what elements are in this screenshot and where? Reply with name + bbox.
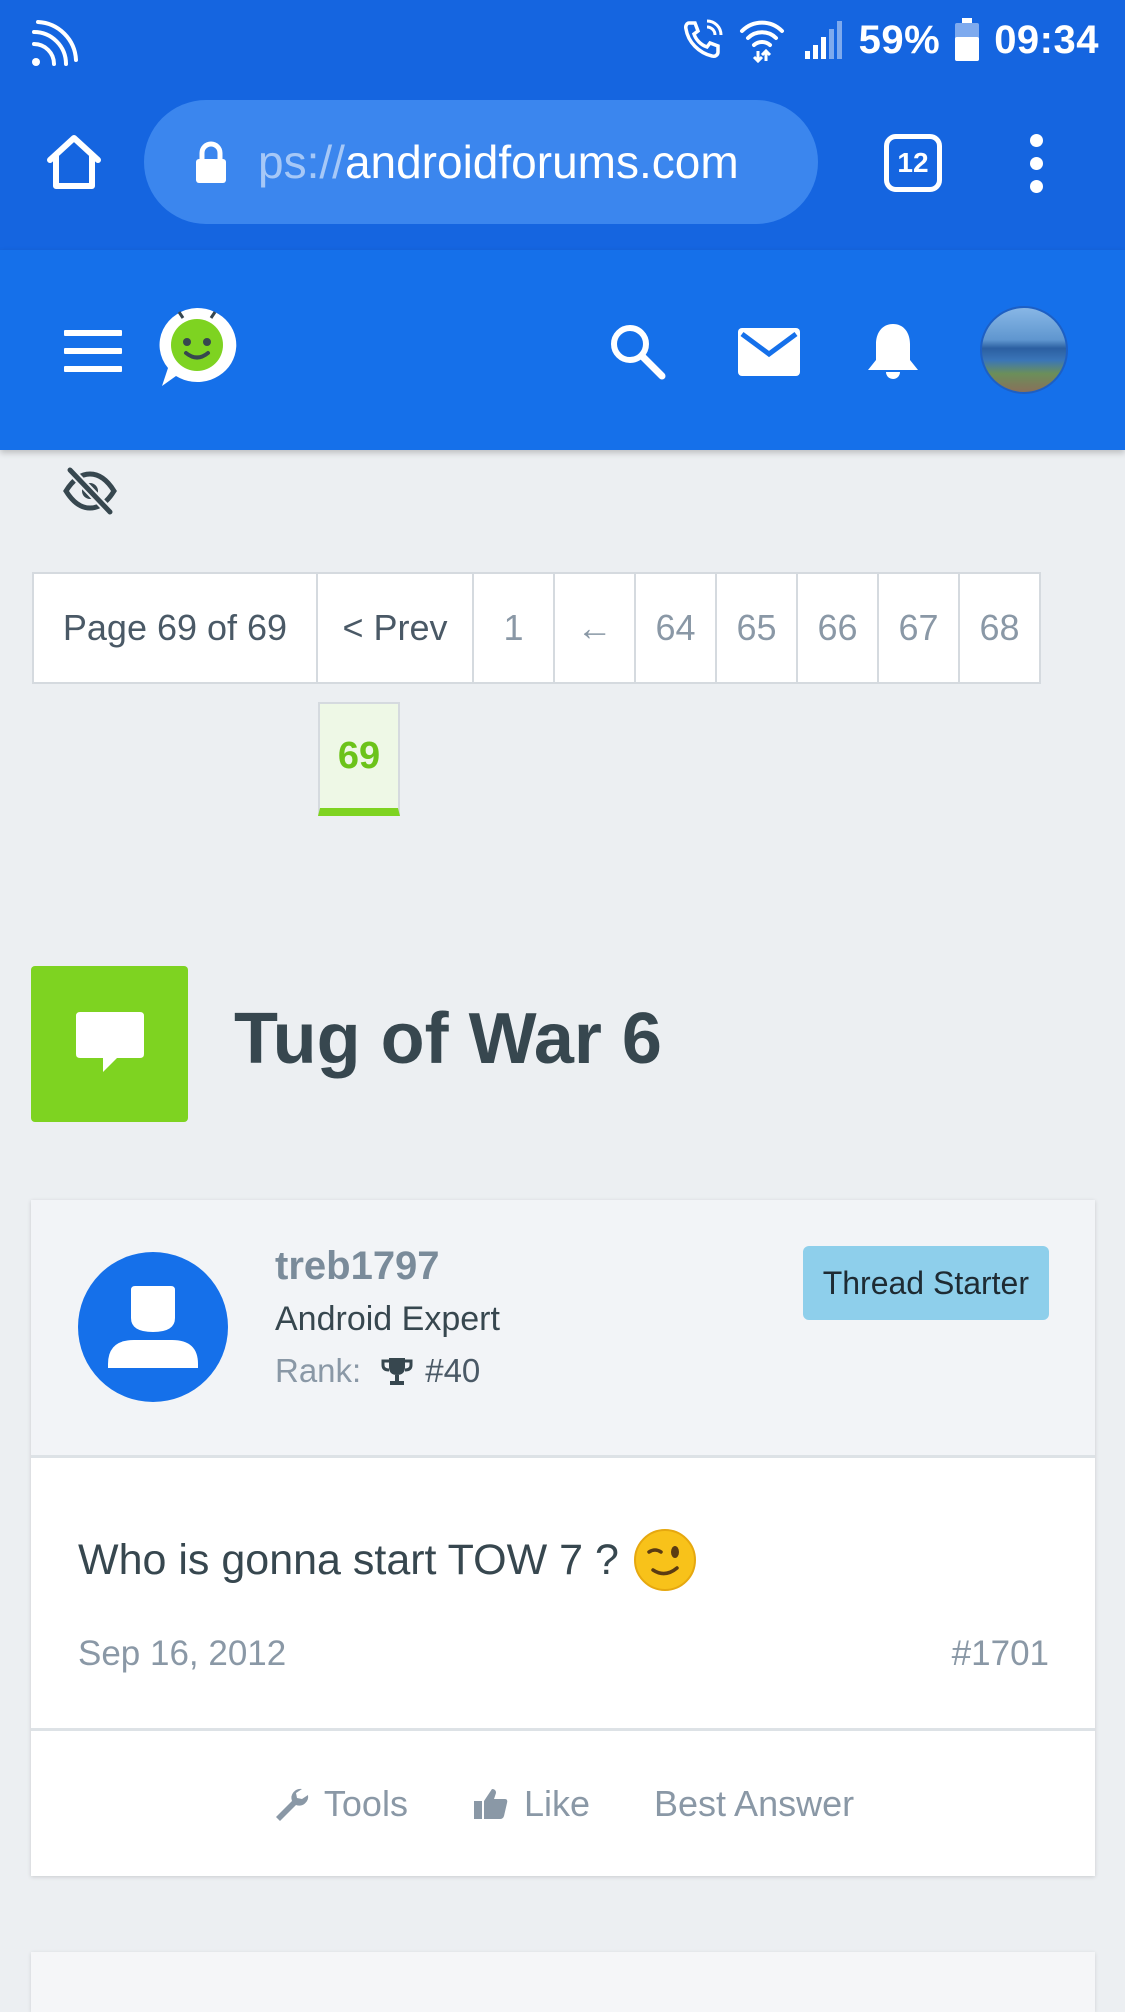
site-logo[interactable]: [156, 306, 238, 388]
status-bar: 59% 09:34: [0, 0, 1125, 82]
author-title: Android Expert: [275, 1300, 500, 1338]
page-skip-button[interactable]: ←: [553, 572, 636, 684]
search-icon[interactable]: [606, 320, 668, 382]
post-number[interactable]: #1701: [952, 1634, 1049, 1674]
overflow-menu-icon[interactable]: [1030, 134, 1046, 194]
best-answer-label: Best Answer: [654, 1782, 855, 1824]
comment-icon: [76, 1012, 144, 1072]
user-silhouette-icon: [108, 1286, 198, 1368]
browser-toolbar: ps://androidforums.com 12: [0, 82, 1125, 250]
like-button[interactable]: Like: [472, 1783, 590, 1825]
address-bar[interactable]: ps://androidforums.com: [144, 100, 818, 224]
thumbs-up-icon: [473, 1788, 508, 1819]
wrench-icon: [275, 1788, 309, 1821]
mail-icon[interactable]: [738, 320, 800, 382]
page-link[interactable]: 66: [796, 572, 879, 684]
rank-value: #40: [425, 1352, 481, 1389]
post-date[interactable]: Sep 16, 2012: [78, 1634, 286, 1674]
trophy-icon: [381, 1358, 413, 1385]
url-text: ps://androidforums.com: [258, 135, 739, 189]
thread-title: Tug of War 6: [234, 999, 662, 1079]
thread-starter-badge: Thread Starter: [802, 1246, 1049, 1320]
page-link[interactable]: 64: [634, 572, 717, 684]
page-link[interactable]: 68: [958, 572, 1041, 684]
post-text: Who is gonna start TOW 7 ?: [78, 1535, 619, 1584]
tools-label: Tools: [323, 1782, 408, 1824]
clock: 09:34: [994, 17, 1099, 62]
user-avatar[interactable]: [980, 306, 1068, 394]
tab-switcher-button[interactable]: 12: [884, 134, 942, 192]
page-indicator: Page 69 of 69: [32, 572, 318, 684]
home-icon[interactable]: [44, 132, 104, 192]
post-actions: Tools Like Best Answer: [31, 1728, 1095, 1876]
post-author-header: treb1797 Android Expert Rank: #40 Thread…: [31, 1200, 1095, 1458]
best-answer-button[interactable]: Best Answer: [654, 1783, 854, 1825]
page-link[interactable]: 67: [877, 572, 960, 684]
page-link[interactable]: 65: [715, 572, 798, 684]
wifi-icon: [739, 20, 784, 63]
pagination: Page 69 of 69 < Prev 1 ← 64 65 66 67 68: [32, 572, 1041, 684]
url-host: androidforums.com: [344, 136, 739, 188]
post-card: treb1797 Android Expert Rank: #40 Thread…: [31, 1200, 1095, 1876]
battery-percent: 59%: [858, 17, 941, 62]
current-page: 69: [318, 702, 400, 816]
lock-icon: [196, 141, 226, 183]
wink-emoji-icon: [633, 1529, 696, 1591]
next-post-card: [31, 1952, 1095, 2012]
like-label: Like: [523, 1782, 590, 1824]
bell-icon[interactable]: [862, 320, 924, 382]
url-scheme: ps://: [258, 136, 345, 188]
page-link[interactable]: 1: [472, 572, 555, 684]
prev-page-button[interactable]: < Prev: [316, 572, 474, 684]
signal-icon: [804, 21, 842, 59]
wifi-call-icon: [683, 19, 723, 58]
thread-icon: [31, 966, 188, 1122]
battery-icon: [955, 18, 980, 61]
menu-icon[interactable]: [64, 330, 122, 372]
eye-off-icon[interactable]: [62, 466, 118, 516]
tools-button[interactable]: Tools: [272, 1783, 408, 1825]
author-username[interactable]: treb1797: [275, 1244, 440, 1289]
author-avatar[interactable]: [78, 1252, 228, 1402]
author-rank: Rank: #40: [275, 1352, 480, 1390]
rank-label: Rank:: [275, 1352, 362, 1389]
site-header: [0, 250, 1125, 450]
cast-icon: [32, 20, 78, 66]
post-message: Who is gonna start TOW 7 ?: [78, 1528, 697, 1592]
